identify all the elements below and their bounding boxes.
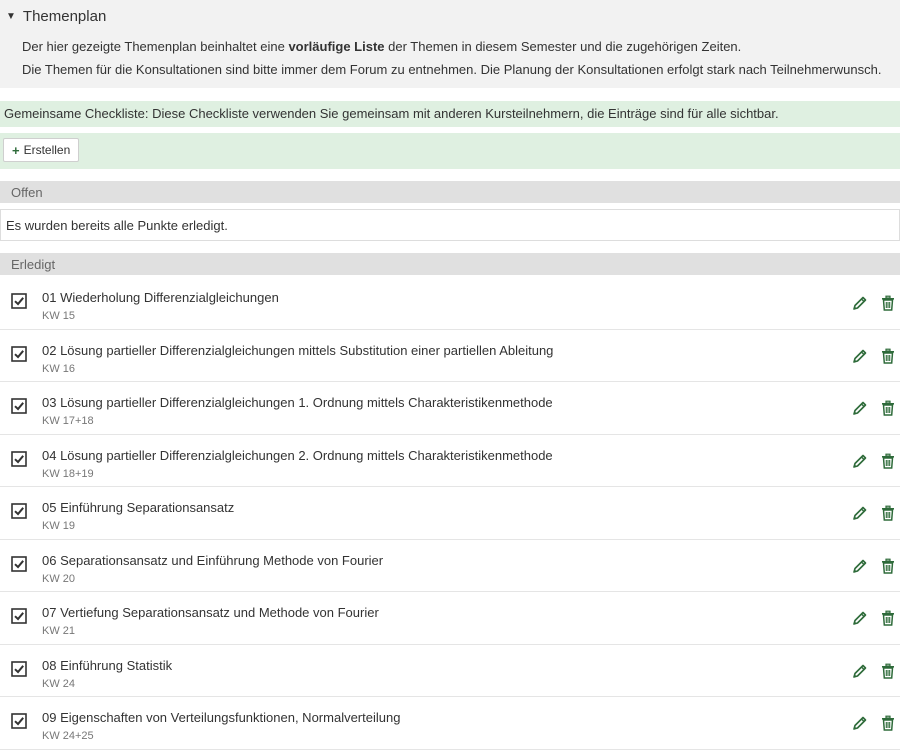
checklist-item: 04 Lösung partieller Differenzialgleichu… [0, 435, 900, 487]
pencil-icon[interactable] [852, 663, 868, 679]
trash-icon[interactable] [880, 610, 896, 626]
trash-icon[interactable] [880, 715, 896, 731]
checklist-item: 05 Einführung Separationsansatz KW 19 [0, 487, 900, 540]
pencil-icon[interactable] [852, 348, 868, 364]
pencil-icon[interactable] [852, 610, 868, 626]
checkbox-checked-icon[interactable] [11, 503, 27, 519]
checkbox-checked-icon[interactable] [11, 555, 27, 572]
item-title: 03 Lösung partieller Differenzialgleichu… [42, 395, 553, 410]
checkbox-checked-icon[interactable] [11, 713, 27, 729]
checkbox-checked-icon[interactable] [11, 345, 27, 362]
item-title: 04 Lösung partieller Differenzialgleichu… [42, 447, 553, 463]
item-week: KW 24 [42, 677, 76, 690]
item-title: 01 Wiederholung Differenzialgleichungen [42, 290, 279, 305]
trash-icon[interactable] [880, 663, 896, 679]
open-empty-message: Es wurden bereits alle Punkte erledigt. [0, 209, 900, 241]
done-list: 01 Wiederholung Differenzialgleichungen K… [0, 277, 900, 750]
pencil-icon[interactable] [852, 400, 868, 416]
panel-title: Themenplan [22, 8, 107, 25]
item-week: KW 18+19 [42, 467, 94, 480]
pencil-icon[interactable] [852, 558, 868, 574]
item-week: KW 20 [42, 572, 76, 585]
checklist-item: 09 Eigenschaften von Verteilungsfunktion… [0, 697, 900, 750]
checklist-item: 06 Separationsansatz und Einführung Meth… [0, 540, 900, 592]
themenplan-panel: ▼ Themenplan Der hier gezeigte Themenpla… [0, 0, 900, 88]
item-title: 09 Eigenschaften von Verteilungsfunktion… [42, 710, 401, 725]
create-button[interactable]: + Erstellen [3, 138, 80, 162]
checklist-item: 03 Lösung partieller Differenzialgleichu… [0, 382, 900, 435]
checkbox-checked-icon[interactable] [11, 608, 27, 624]
item-week: KW 19 [42, 520, 76, 532]
item-week: KW 15 [42, 310, 76, 322]
item-title: 06 Separationsansatz und Einführung Meth… [42, 552, 384, 568]
pencil-icon[interactable] [852, 453, 868, 469]
caret-down-icon: ▼ [6, 11, 16, 22]
description-line-1: Der hier gezeigte Themenplan beinhaltet … [22, 39, 742, 54]
item-title: 02 Lösung partieller Differenzialgleichu… [42, 342, 554, 358]
pencil-icon[interactable] [852, 295, 868, 311]
checkbox-checked-icon[interactable] [11, 398, 27, 414]
shared-checklist-note: Gemeinsame Checkliste: Diese Checkliste … [0, 101, 900, 127]
plus-icon: + [12, 142, 20, 158]
item-week: KW 16 [42, 362, 76, 375]
trash-icon[interactable] [880, 558, 896, 574]
checklist-item: 07 Vertiefung Separationsansatz und Meth… [0, 592, 900, 645]
pencil-icon[interactable] [852, 715, 868, 731]
pencil-icon[interactable] [852, 505, 868, 521]
trash-icon[interactable] [880, 295, 896, 311]
checkbox-checked-icon[interactable] [11, 293, 27, 309]
item-title: 07 Vertiefung Separationsansatz und Meth… [42, 605, 379, 620]
item-title: 08 Einführung Statistik [42, 657, 173, 673]
section-done-header: Erledigt [0, 253, 900, 275]
trash-icon[interactable] [880, 348, 896, 364]
item-title: 05 Einführung Separationsansatz [42, 500, 235, 515]
trash-icon[interactable] [880, 453, 896, 469]
trash-icon[interactable] [880, 505, 896, 521]
checkbox-checked-icon[interactable] [11, 450, 27, 467]
item-week: KW 24+25 [42, 730, 94, 742]
toolbar: + Erstellen [0, 133, 900, 169]
checklist-item: 08 Einführung Statistik KW 24 [0, 645, 900, 697]
section-open-header: Offen [0, 181, 900, 203]
checkbox-checked-icon[interactable] [11, 660, 27, 677]
item-week: KW 21 [42, 625, 76, 637]
description-line-2: Die Themen für die Konsultationen sind b… [22, 62, 882, 77]
checklist-item: 01 Wiederholung Differenzialgleichungen K… [0, 277, 900, 330]
item-week: KW 17+18 [42, 415, 94, 427]
themenplan-toggle[interactable]: ▼ Themenplan [6, 8, 106, 25]
checklist-item: 02 Lösung partieller Differenzialgleichu… [0, 330, 900, 382]
trash-icon[interactable] [880, 400, 896, 416]
